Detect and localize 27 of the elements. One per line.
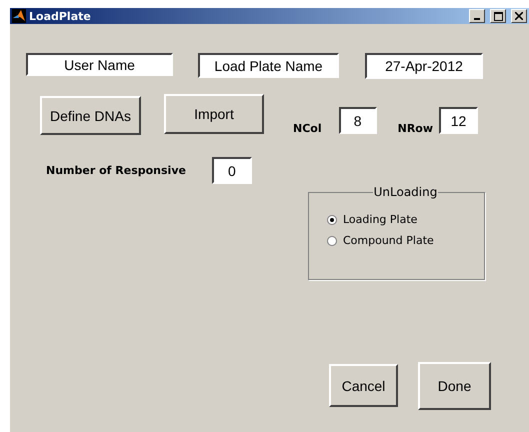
responsive-field[interactable]: 0: [212, 157, 252, 184]
done-button[interactable]: Done: [418, 362, 491, 410]
maximize-icon: [494, 12, 502, 20]
radio-option[interactable]: Loading Plate: [327, 213, 484, 226]
ncol-label: NCol: [293, 122, 322, 135]
import-button[interactable]: Import: [164, 94, 264, 134]
radio-label: Loading Plate: [343, 213, 418, 226]
date-field[interactable]: 27-Apr-2012: [365, 53, 483, 79]
radio-icon[interactable]: [327, 236, 337, 246]
close-icon: [515, 12, 523, 20]
responsive-label: Number of Responsive: [46, 164, 186, 177]
define-dnas-button[interactable]: Define DNAs: [40, 96, 141, 135]
nrow-field[interactable]: 12: [439, 107, 478, 134]
cancel-button[interactable]: Cancel: [329, 364, 398, 407]
maximize-button[interactable]: [490, 9, 506, 23]
ncol-field[interactable]: 8: [338, 107, 377, 134]
radio-icon[interactable]: [327, 214, 337, 224]
plate-name-field[interactable]: Load Plate Name: [198, 53, 339, 78]
radio-label: Compound Plate: [343, 234, 434, 247]
window-title: LoadPlate: [29, 10, 92, 22]
nrow-label: NRow: [398, 122, 434, 135]
user-name-field[interactable]: User Name: [26, 53, 173, 76]
radio-option[interactable]: Compound Plate: [327, 234, 484, 247]
group-title: UnLoading: [372, 185, 438, 199]
close-button[interactable]: [511, 9, 527, 23]
minimize-button[interactable]: [469, 9, 485, 23]
app-icon: [12, 9, 26, 23]
